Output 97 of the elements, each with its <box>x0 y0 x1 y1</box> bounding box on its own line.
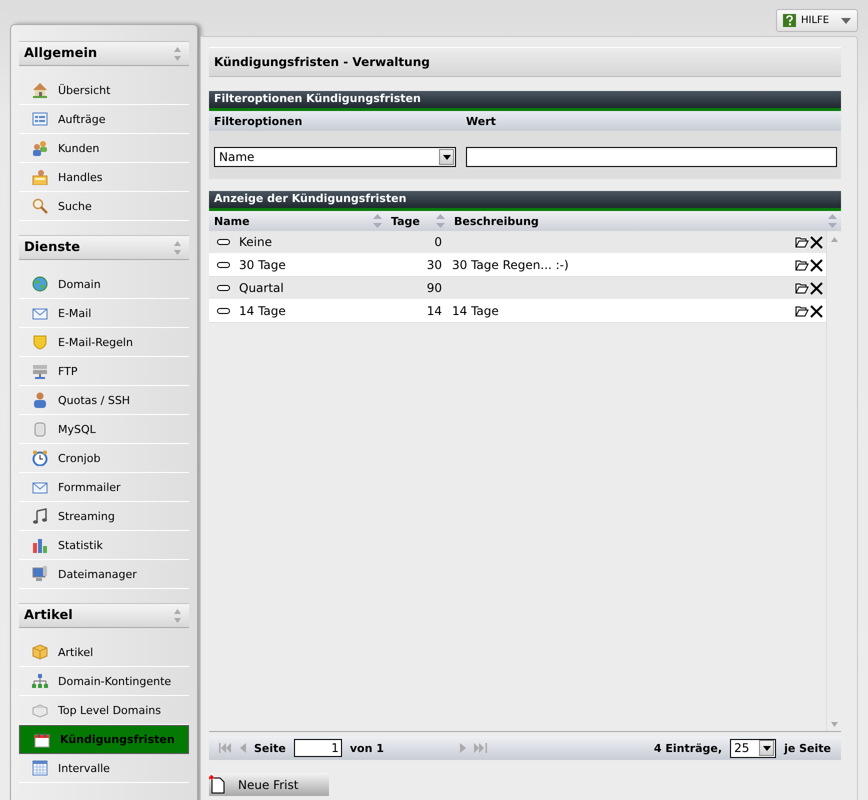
sidebar-item[interactable]: Cronjob <box>19 444 189 473</box>
section-title: Dienste <box>24 240 80 255</box>
user-folder-icon <box>32 169 48 185</box>
sidebar-item[interactable]: FTP <box>19 357 189 386</box>
sort-icon <box>436 214 445 228</box>
sidebar-item[interactable]: Statistik <box>19 531 189 560</box>
sidebar-item[interactable]: Aufträge <box>19 105 189 134</box>
page-size-label: je Seite <box>784 742 831 754</box>
section-header[interactable]: Dienste <box>19 235 189 260</box>
table-cell: 30 Tage Regen... :-) <box>452 258 569 272</box>
page-count: von 1 <box>350 742 384 754</box>
table-cell: 14 Tage <box>239 304 286 318</box>
minus-icon <box>217 262 230 268</box>
list-icon <box>32 111 48 127</box>
sidebar-item[interactable]: Quotas / SSH <box>19 386 189 415</box>
house-icon <box>32 82 48 98</box>
section-title: Allgemein <box>24 46 98 61</box>
sidebar-item[interactable]: Streaming <box>19 502 189 531</box>
folder-icon[interactable] <box>795 236 809 248</box>
delete-icon[interactable] <box>810 258 823 272</box>
delete-icon[interactable] <box>810 282 823 294</box>
sort-icon <box>373 214 382 228</box>
sidebar-item[interactable]: Übersicht <box>19 76 189 105</box>
dropdown-button[interactable] <box>439 149 454 165</box>
table-cell: Keine <box>239 235 272 249</box>
server-icon <box>32 363 48 379</box>
column-header[interactable]: Tage <box>386 214 449 228</box>
sidebar-item[interactable]: Dateimanager <box>19 560 189 589</box>
box-icon <box>32 644 48 660</box>
caret-icon <box>841 18 851 24</box>
sort-icon <box>174 240 181 254</box>
minus-icon <box>217 308 230 314</box>
folder-icon[interactable] <box>795 282 809 294</box>
dropdown-button[interactable] <box>759 740 774 756</box>
globe-icon <box>32 276 48 292</box>
sidebar-item[interactable]: Formmailer <box>19 473 189 502</box>
alarm-clock-icon <box>32 450 48 466</box>
sort-icon <box>828 214 837 228</box>
sidebar-item[interactable]: Suche <box>19 192 189 221</box>
search-icon <box>32 198 48 214</box>
help-icon <box>783 14 796 27</box>
sidebar-item[interactable]: Artikel <box>19 638 189 667</box>
table-cell: 90 <box>426 281 442 295</box>
page-title: Kündigungsfristen - Verwaltung <box>209 47 841 77</box>
caret-icon <box>762 746 771 750</box>
page-size-select[interactable]: 25 <box>730 738 776 758</box>
new-document-icon <box>209 775 225 794</box>
minus-icon <box>217 285 230 291</box>
delete-icon[interactable] <box>810 236 823 248</box>
sidebar-item[interactable]: E-Mail <box>19 299 189 328</box>
panel-header: Filteroptionen Kündigungsfristen <box>209 91 841 111</box>
folder-icon[interactable] <box>795 259 809 271</box>
column-header[interactable]: Beschreibung <box>449 214 841 228</box>
calendar-icon <box>32 760 48 776</box>
database-icon <box>32 421 48 437</box>
calendar-icon <box>34 732 50 748</box>
table-cell: 0 <box>434 235 442 249</box>
monitor-icon <box>32 566 48 582</box>
minus-icon <box>217 239 230 245</box>
sidebar-item[interactable]: Kündigungsfristen <box>19 725 189 754</box>
sidebar-item[interactable]: Domain-Kontingente <box>19 667 189 696</box>
section-header[interactable]: Allgemein <box>19 41 189 66</box>
users-icon <box>32 140 48 156</box>
caret-icon <box>442 154 450 160</box>
sort-icon <box>174 46 181 60</box>
bar-chart-icon <box>32 537 48 553</box>
table-cell: 30 Tage <box>239 258 286 272</box>
user-icon <box>32 392 48 408</box>
music-note-icon <box>32 508 48 524</box>
sidebar-item[interactable]: MySQL <box>19 415 189 444</box>
table-cell: Quartal <box>239 281 284 295</box>
entry-count: 4 Einträge, <box>654 742 722 754</box>
page-label: Seite <box>254 742 286 754</box>
sidebar-item[interactable]: Domain <box>19 270 189 299</box>
folder-icon[interactable] <box>795 305 809 317</box>
delete-icon[interactable] <box>810 304 823 318</box>
hierarchy-icon <box>32 673 48 689</box>
table-cell: 14 <box>426 304 442 318</box>
sidebar-item[interactable]: Kunden <box>19 134 189 163</box>
page-field[interactable]: 1 <box>294 739 342 757</box>
sidebar-item[interactable]: Handles <box>19 163 189 192</box>
value-field[interactable] <box>466 147 837 167</box>
table-cell: 30 <box>426 258 442 272</box>
filter-select[interactable]: Name <box>214 147 456 167</box>
column-header: Filteroptionen <box>214 114 304 128</box>
shield-icon <box>32 334 48 350</box>
section-header[interactable]: Artikel <box>19 603 189 628</box>
column-header[interactable]: Name <box>209 214 386 228</box>
section-title: Artikel <box>24 608 73 623</box>
panel-header: Anzeige der Kündigungsfristen <box>209 191 841 211</box>
table-cell: 14 Tage <box>452 304 499 318</box>
sort-icon <box>174 608 181 622</box>
column-header: Wert <box>466 114 496 128</box>
help-button[interactable]: HILFE <box>776 9 858 32</box>
sidebar-item[interactable]: Intervalle <box>19 754 189 783</box>
sidebar-item[interactable]: E-Mail-Regeln <box>19 328 189 357</box>
new-button[interactable]: Neue Frist <box>209 773 329 796</box>
